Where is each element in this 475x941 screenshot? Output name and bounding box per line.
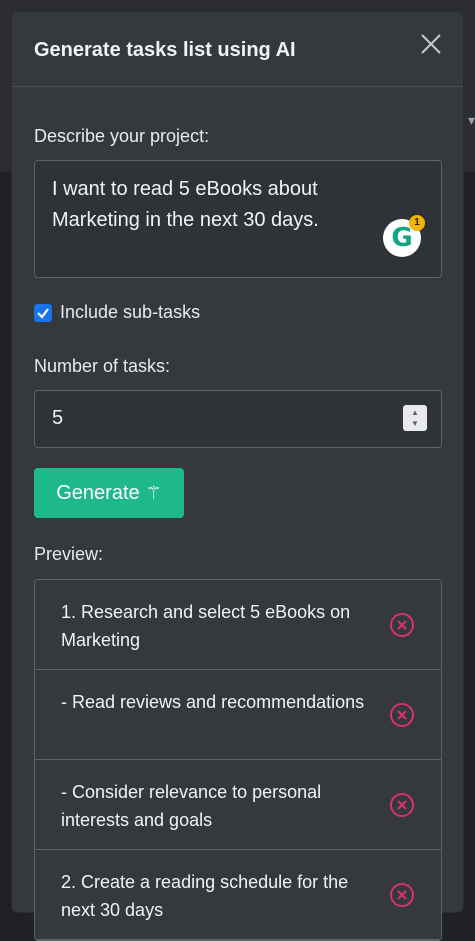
remove-circle-icon[interactable] bbox=[389, 882, 415, 908]
preview-item: - Consider relevance to personal interes… bbox=[35, 760, 441, 850]
preview-item: 1. Research and select 5 eBooks on Marke… bbox=[35, 580, 441, 670]
stepper-down-icon[interactable]: ▼ bbox=[411, 418, 419, 429]
chevron-down-icon: ▾ bbox=[467, 112, 475, 128]
project-description-text: I want to read 5 eBooks about Marketing … bbox=[52, 178, 319, 231]
modal-title: Generate tasks list using AI bbox=[34, 39, 296, 61]
project-description-textarea[interactable]: I want to read 5 eBooks about Marketing … bbox=[34, 160, 442, 278]
number-of-tasks-input[interactable]: 5 ▲ ▼ bbox=[34, 390, 442, 448]
description-label: Describe your project: bbox=[34, 126, 210, 146]
remove-circle-icon[interactable] bbox=[389, 612, 415, 638]
number-of-tasks-label: Number of tasks: bbox=[34, 356, 171, 376]
include-subtasks-row[interactable]: Include sub-tasks bbox=[34, 302, 200, 323]
preview-item-text[interactable]: 1. Research and select 5 eBooks on Marke… bbox=[61, 598, 371, 654]
include-subtasks-label[interactable]: Include sub-tasks bbox=[60, 302, 200, 323]
preview-item-text[interactable]: 2. Create a reading schedule for the nex… bbox=[61, 868, 371, 924]
preview-item: - Read reviews and recommendations bbox=[35, 670, 441, 760]
remove-circle-icon[interactable] bbox=[389, 792, 415, 818]
stepper-icon[interactable]: ▲ ▼ bbox=[403, 405, 427, 431]
preview-list: 1. Research and select 5 eBooks on Marke… bbox=[34, 579, 442, 941]
generate-label: Generate bbox=[56, 481, 140, 504]
include-subtasks-checkbox[interactable] bbox=[34, 303, 52, 322]
generate-tasks-modal: Generate tasks list using AI Describe yo… bbox=[12, 12, 463, 941]
generate-button[interactable]: Generate ⚚ bbox=[34, 468, 184, 518]
preview-item-text[interactable]: - Read reviews and recommendations bbox=[61, 688, 371, 716]
modal-header: Generate tasks list using AI bbox=[12, 12, 463, 87]
grammarly-badge: 1 bbox=[409, 215, 425, 231]
stepper-up-icon[interactable]: ▲ bbox=[411, 407, 419, 418]
close-icon bbox=[421, 34, 441, 54]
remove-circle-icon[interactable] bbox=[389, 702, 415, 728]
preview-item-text[interactable]: - Consider relevance to personal interes… bbox=[61, 778, 371, 834]
preview-item: 2. Create a reading schedule for the nex… bbox=[35, 850, 441, 940]
grammarly-icon[interactable]: G 1 bbox=[383, 215, 425, 257]
preview-label: Preview: bbox=[34, 544, 104, 564]
close-button[interactable] bbox=[417, 30, 445, 58]
checkmark-icon bbox=[37, 307, 49, 319]
number-of-tasks-value: 5 bbox=[52, 407, 64, 429]
magic-wand-icon: ⚚ bbox=[145, 482, 162, 503]
